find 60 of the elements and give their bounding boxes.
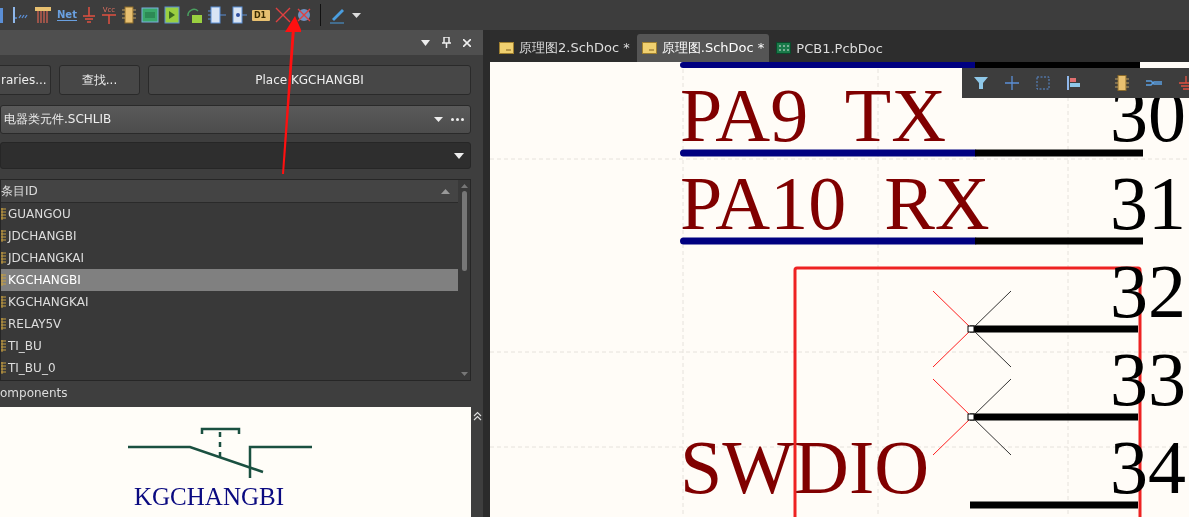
pin-number: 31 [1110, 161, 1186, 245]
scroll-down-icon[interactable] [460, 372, 468, 376]
wave-lines-icon[interactable] [1146, 77, 1162, 89]
component-icon [1, 296, 6, 308]
panel-button[interactable]: 查找... [59, 65, 140, 95]
component-name: KGCHANGBI [134, 483, 284, 510]
column-header[interactable]: 条目ID [1, 180, 458, 203]
panel-button[interactable]: raries... [0, 65, 51, 95]
sort-ascending-icon [441, 188, 450, 194]
bus-entry-icon[interactable] [11, 6, 29, 24]
dropdown-caret-icon[interactable] [352, 12, 362, 18]
chip-icon[interactable] [121, 6, 136, 24]
component-list-item[interactable]: TI_BU_0 [1, 357, 458, 379]
component-icon [1, 340, 6, 352]
document-icon [641, 42, 657, 54]
refresh-sheet-icon[interactable] [184, 6, 203, 24]
library-dropdown[interactable]: 电器类元件.SCHLIB [0, 105, 471, 134]
pin-label: PA9 TX [680, 73, 947, 157]
crosshair-icon[interactable] [1005, 76, 1019, 90]
sheet-entry-icon[interactable] [207, 6, 226, 24]
pin-icon[interactable] [442, 37, 451, 48]
component-list-item[interactable]: KGCHANGBI [1, 269, 458, 291]
filter-icon[interactable] [974, 76, 988, 90]
dropdown-caret-icon[interactable] [421, 39, 430, 46]
circuit-board-icon [776, 42, 792, 54]
component-list-item[interactable]: JDCHANGKAI [1, 247, 458, 269]
dropdown-caret-icon[interactable] [434, 117, 443, 122]
component-icon [1, 362, 6, 374]
component-icon [1, 318, 6, 330]
no-connect-icon[interactable] [275, 7, 292, 23]
scroll-up-icon[interactable] [460, 184, 468, 188]
component-icon [1, 208, 6, 220]
harness-icon[interactable] [34, 6, 52, 24]
panel-button[interactable]: Place KGCHANGBI [148, 65, 471, 95]
section-label: omponents [0, 385, 69, 402]
component-list-item[interactable]: TI_BU [1, 335, 458, 357]
close-icon[interactable] [463, 38, 471, 47]
document-tab[interactable]: 原理图.SchDoc * [636, 34, 770, 62]
dropdown-caret-icon [454, 152, 464, 159]
align-icon[interactable] [1067, 76, 1081, 90]
document-tab[interactable]: 原理图2.SchDoc * [494, 34, 635, 62]
sheet-symbol-icon[interactable] [140, 6, 159, 24]
component-icon [1, 274, 6, 286]
device-sheet-icon[interactable] [163, 6, 180, 24]
collapse-icon[interactable] [473, 411, 482, 421]
bus-icon[interactable] [0, 6, 6, 24]
component-list-item[interactable]: RELAY5V [1, 313, 458, 335]
pin-label: PA10 RX [680, 161, 990, 245]
component-list-item[interactable]: KGCHANGKAI [1, 291, 458, 313]
more-icon[interactable] [451, 118, 464, 121]
document-tab[interactable]: PCB1.PcbDoc [771, 34, 888, 62]
component-icon [1, 230, 6, 242]
component-list-item[interactable]: JDCHANGBI [1, 225, 458, 247]
port-icon[interactable] [230, 6, 247, 24]
chip-icon[interactable] [1115, 75, 1129, 91]
compile-mask-icon[interactable] [296, 7, 313, 23]
component-list-item[interactable]: GUANGOU [1, 203, 458, 225]
document-icon [499, 42, 514, 54]
component-icon [1, 252, 6, 264]
designator-tag-icon[interactable]: D1 [251, 9, 271, 21]
